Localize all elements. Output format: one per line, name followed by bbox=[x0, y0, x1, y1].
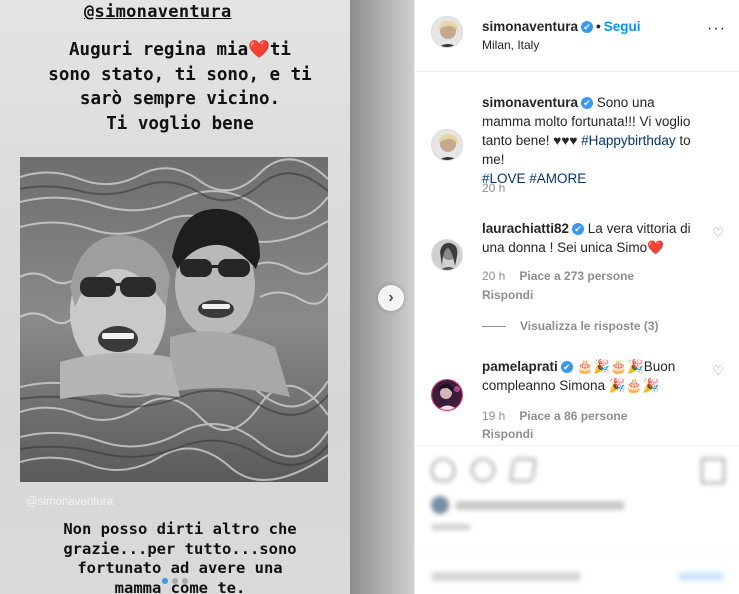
verified-icon: ✔ bbox=[581, 97, 594, 110]
username-link[interactable]: simonaventura bbox=[482, 19, 578, 34]
share-icon[interactable] bbox=[508, 458, 538, 482]
view-replies-button[interactable]: Visualizza le risposte (3) bbox=[482, 319, 659, 333]
caption-body: simonaventura ✔ Sono una mamma molto fort… bbox=[482, 93, 707, 188]
follow-button[interactable]: Segui bbox=[604, 19, 641, 34]
comment-body: pamelaprati ✔ 🎂🎉🎂🎉Buon compleanno Simona … bbox=[482, 357, 707, 395]
timestamp[interactable]: 20 h bbox=[482, 269, 505, 283]
swimming-photo bbox=[20, 157, 328, 482]
hashtag-link[interactable]: #Happybirthday bbox=[581, 133, 676, 148]
username-link[interactable]: pamelaprati bbox=[482, 359, 558, 374]
publish-button[interactable] bbox=[678, 572, 724, 581]
post-actions bbox=[415, 445, 739, 594]
add-comment-bar bbox=[415, 554, 739, 594]
verified-icon: ✔ bbox=[572, 223, 585, 236]
post-age-text bbox=[431, 524, 471, 530]
reply-button[interactable]: Rispondi bbox=[482, 427, 533, 441]
verified-icon: ✔ bbox=[560, 361, 573, 374]
reply-button[interactable]: Rispondi bbox=[482, 288, 533, 302]
header-username-line: simonaventura ✔ • Segui bbox=[482, 19, 641, 34]
username-link[interactable]: simonaventura bbox=[482, 95, 578, 110]
liked-by[interactable] bbox=[431, 496, 625, 514]
heart-icon[interactable] bbox=[431, 458, 455, 482]
divider bbox=[482, 325, 506, 327]
avatar[interactable] bbox=[431, 239, 463, 271]
post-panel: simonaventura ✔ • Segui Milan, Italy ··· si… bbox=[414, 0, 739, 594]
liked-by-text bbox=[455, 500, 625, 510]
username-link[interactable]: laurachiatti82 bbox=[482, 221, 569, 236]
story-handle: @simonaventura bbox=[84, 2, 232, 22]
carousel-dots bbox=[0, 578, 350, 586]
timestamp[interactable]: 19 h bbox=[482, 409, 505, 423]
comments-list: simonaventura ✔ Sono una mamma molto fort… bbox=[415, 73, 739, 445]
location-link[interactable]: Milan, Italy bbox=[482, 38, 539, 52]
timestamp[interactable]: 20 h bbox=[482, 181, 505, 195]
avatar[interactable] bbox=[431, 129, 463, 161]
post-header: simonaventura ✔ • Segui Milan, Italy ··· bbox=[415, 0, 739, 72]
carousel-dot bbox=[162, 578, 168, 584]
heart-icon[interactable]: ♡ bbox=[712, 363, 724, 379]
comment-input[interactable] bbox=[431, 572, 581, 581]
chevron-right-icon[interactable]: › bbox=[378, 285, 404, 311]
comment-meta: 19 h Piace a 86 persone bbox=[482, 409, 627, 423]
avatar bbox=[431, 496, 449, 514]
carousel-dot bbox=[172, 578, 178, 584]
avatar[interactable] bbox=[431, 379, 463, 411]
heart-icon[interactable]: ♡ bbox=[712, 225, 724, 241]
caption-meta: 20 h bbox=[482, 181, 505, 195]
likes-count[interactable]: Piace a 86 persone bbox=[519, 409, 627, 423]
comment-icon[interactable] bbox=[471, 458, 495, 482]
post-media: @simonaventura Auguri regina mia❤️ti son… bbox=[0, 0, 414, 594]
likes-count[interactable]: Piace a 273 persone bbox=[519, 269, 634, 283]
post-age bbox=[431, 522, 471, 533]
story-image: @simonaventura Auguri regina mia❤️ti son… bbox=[0, 0, 350, 594]
comment-meta: 20 h Piace a 273 persone bbox=[482, 269, 634, 283]
more-icon[interactable]: ··· bbox=[707, 20, 726, 38]
separator: • bbox=[596, 19, 601, 34]
comment-body: laurachiatti82 ✔ La vera vittoria di una … bbox=[482, 219, 707, 257]
view-replies-label: Visualizza le risposte (3) bbox=[520, 319, 659, 333]
story-credit: @simonaventura bbox=[26, 496, 114, 508]
story-caption-top: Auguri regina mia❤️ti sono stato, ti son… bbox=[48, 40, 312, 134]
hashtag-link[interactable]: #AMORE bbox=[529, 171, 586, 186]
verified-icon: ✔ bbox=[581, 21, 594, 34]
avatar[interactable] bbox=[431, 16, 463, 48]
carousel-dot bbox=[182, 578, 188, 584]
bookmark-icon[interactable] bbox=[701, 458, 725, 484]
